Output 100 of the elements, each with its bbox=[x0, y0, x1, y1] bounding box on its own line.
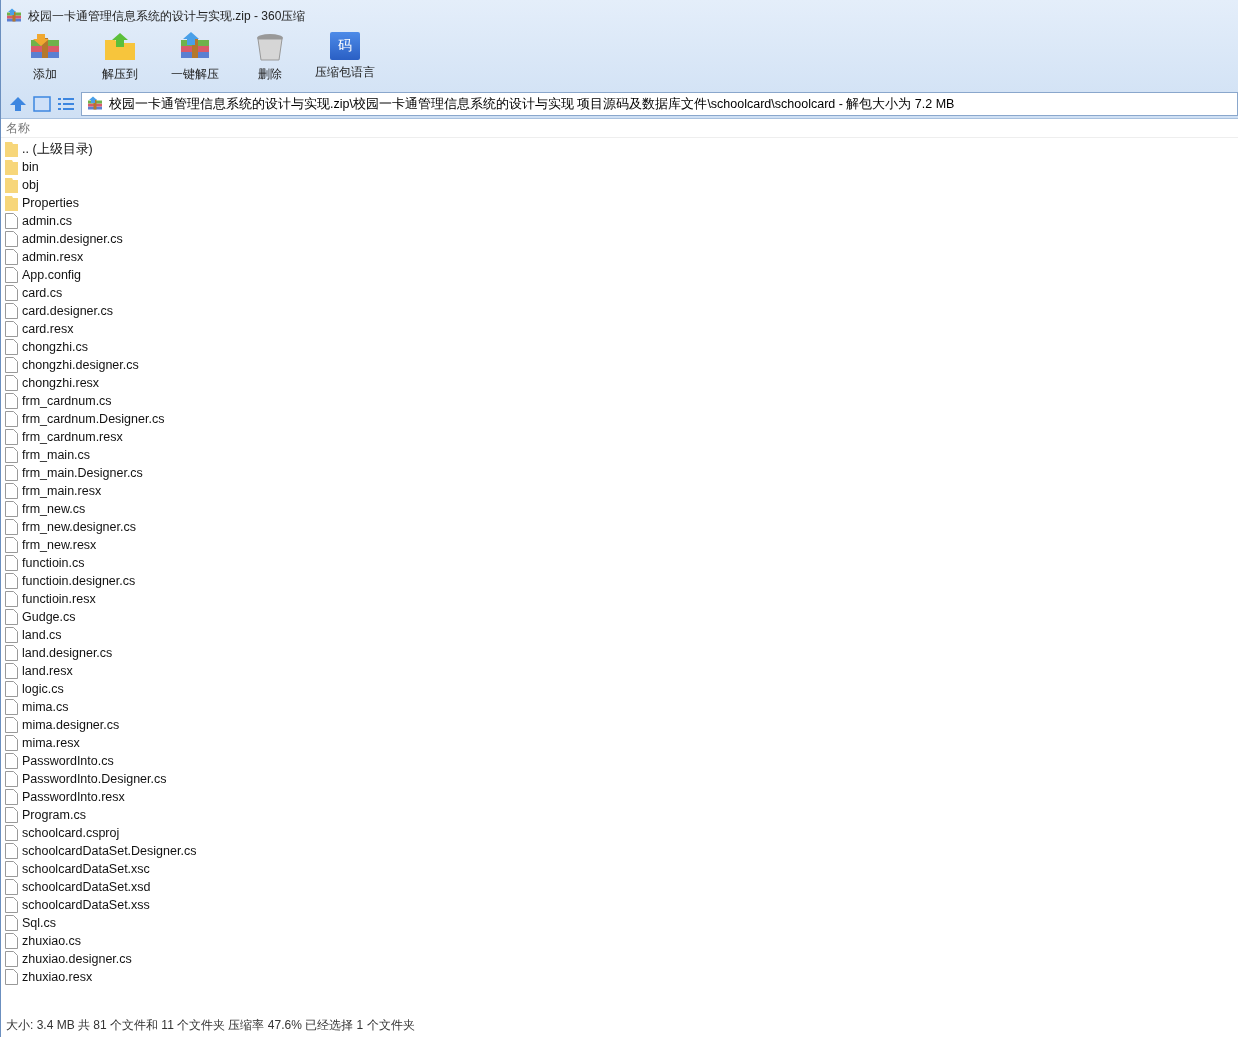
file-icon bbox=[5, 681, 18, 697]
file-icon bbox=[5, 699, 18, 715]
file-name[interactable]: PasswordInto.cs bbox=[22, 754, 114, 768]
toolbar-button[interactable]: 删除 bbox=[232, 32, 307, 90]
file-icon bbox=[5, 393, 18, 409]
file-name[interactable]: frm_cardnum.resx bbox=[22, 430, 123, 444]
address-field[interactable]: 校园一卡通管理信息系统的设计与实现.zip\校园一卡通管理信息系统的设计与实现 项目源码及数据库文件\schoolcard\schoolcard - 解包大小为 7.2 MB bbox=[81, 92, 1238, 116]
file-icon bbox=[5, 555, 18, 571]
file-icon bbox=[5, 789, 18, 805]
file-icon bbox=[5, 951, 18, 967]
file-icon bbox=[5, 249, 18, 265]
file-icon bbox=[5, 447, 18, 463]
toolbar-button[interactable]: 码 压缩包语言 bbox=[307, 32, 382, 90]
file-icon bbox=[5, 519, 18, 535]
archive-icon bbox=[5, 8, 23, 24]
file-name[interactable]: land.resx bbox=[22, 664, 73, 678]
file-icon bbox=[5, 753, 18, 769]
file-icon bbox=[5, 339, 18, 355]
file-icon bbox=[5, 645, 18, 661]
column-header[interactable]: 名称 bbox=[6, 119, 30, 137]
file-name[interactable]: obj bbox=[22, 178, 39, 192]
file-icon bbox=[5, 609, 18, 625]
file-name[interactable]: logic.cs bbox=[22, 682, 64, 696]
file-name[interactable]: land.cs bbox=[22, 628, 62, 642]
status-text: 大小: 3.4 MB 共 81 个文件和 11 个文件夹 压缩率 47.6% 已经选择 1 个文件夹 bbox=[6, 1016, 415, 1034]
file-name[interactable]: schoolcard.csproj bbox=[22, 826, 120, 840]
folder-icon bbox=[5, 141, 18, 157]
file-name[interactable]: zhuxiao.cs bbox=[22, 934, 82, 948]
file-icon bbox=[5, 213, 18, 229]
folder-icon bbox=[5, 159, 18, 175]
language-icon: 码 bbox=[329, 32, 360, 60]
file-name[interactable]: chongzhi.designer.cs bbox=[22, 358, 139, 372]
file-icon bbox=[5, 969, 18, 985]
file-name[interactable]: schoolcardDataSet.xsc bbox=[22, 862, 150, 876]
file-name[interactable]: zhuxiao.designer.cs bbox=[22, 952, 132, 966]
file-name[interactable]: PasswordInto.Designer.cs bbox=[22, 772, 167, 786]
file-name[interactable]: Properties bbox=[22, 196, 79, 210]
file-name[interactable]: card.cs bbox=[22, 286, 63, 300]
file-name[interactable]: chongzhi.resx bbox=[22, 376, 100, 390]
file-name[interactable]: schoolcardDataSet.xss bbox=[22, 898, 150, 912]
file-name[interactable]: bin bbox=[22, 160, 39, 174]
file-icon bbox=[5, 483, 18, 499]
file-name[interactable]: App.config bbox=[22, 268, 82, 282]
file-icon bbox=[5, 915, 18, 931]
file-name[interactable]: functioin.designer.cs bbox=[22, 574, 136, 588]
file-name[interactable]: mima.cs bbox=[22, 700, 69, 714]
file-name[interactable]: card.resx bbox=[22, 322, 74, 336]
file-icon bbox=[5, 537, 18, 553]
file-name[interactable]: card.designer.cs bbox=[22, 304, 114, 318]
file-name[interactable]: zhuxiao.resx bbox=[22, 970, 93, 984]
file-name[interactable]: frm_new.resx bbox=[22, 538, 97, 552]
list-view-icon[interactable] bbox=[57, 96, 75, 112]
file-name[interactable]: .. (上级目录) bbox=[22, 140, 93, 158]
file-icon bbox=[5, 627, 18, 643]
file-icon bbox=[5, 357, 18, 373]
toolbar-button[interactable]: 一键解压 bbox=[157, 32, 232, 90]
file-name[interactable]: frm_main.cs bbox=[22, 448, 91, 462]
file-icon bbox=[5, 501, 18, 517]
file-name[interactable]: schoolcardDataSet.Designer.cs bbox=[22, 844, 197, 858]
archive-icon bbox=[86, 96, 104, 112]
file-name[interactable]: frm_cardnum.Designer.cs bbox=[22, 412, 165, 426]
file-icon bbox=[5, 573, 18, 589]
file-icon bbox=[5, 861, 18, 877]
file-name[interactable]: frm_main.resx bbox=[22, 484, 102, 498]
file-name[interactable]: admin.designer.cs bbox=[22, 232, 123, 246]
file-name[interactable]: frm_new.designer.cs bbox=[22, 520, 136, 534]
file-name[interactable]: admin.resx bbox=[22, 250, 84, 264]
file-icon bbox=[5, 267, 18, 283]
file-name[interactable]: frm_cardnum.cs bbox=[22, 394, 112, 408]
file-name[interactable]: Gudge.cs bbox=[22, 610, 76, 624]
file-icon bbox=[5, 375, 18, 391]
file-name[interactable]: functioin.cs bbox=[22, 556, 85, 570]
toolbar-button[interactable]: 解压到 bbox=[82, 32, 157, 90]
file-name[interactable]: frm_new.cs bbox=[22, 502, 86, 516]
file-name[interactable]: mima.resx bbox=[22, 736, 80, 750]
file-name[interactable]: admin.cs bbox=[22, 214, 73, 228]
file-icon bbox=[5, 231, 18, 247]
file-icon bbox=[5, 735, 18, 751]
up-arrow-icon[interactable] bbox=[9, 96, 27, 112]
large-icons-view-icon[interactable] bbox=[33, 96, 51, 112]
file-name[interactable]: chongzhi.cs bbox=[22, 340, 88, 354]
file-name[interactable]: PasswordInto.resx bbox=[22, 790, 125, 804]
file-name[interactable]: mima.designer.cs bbox=[22, 718, 120, 732]
toolbar-button[interactable]: 添加 bbox=[7, 32, 82, 90]
file-icon bbox=[5, 717, 18, 733]
file-icon bbox=[5, 303, 18, 319]
file-name[interactable]: functioin.resx bbox=[22, 592, 96, 606]
folder-icon bbox=[5, 177, 18, 193]
file-name[interactable]: frm_main.Designer.cs bbox=[22, 466, 143, 480]
file-icon bbox=[5, 663, 18, 679]
window-title: 校园一卡通管理信息系统的设计与实现.zip - 360压缩 bbox=[28, 7, 306, 25]
file-name[interactable]: Sql.cs bbox=[22, 916, 57, 930]
file-icon bbox=[5, 933, 18, 949]
file-name[interactable]: schoolcardDataSet.xsd bbox=[22, 880, 151, 894]
file-icon bbox=[5, 879, 18, 895]
file-icon bbox=[5, 411, 18, 427]
file-name[interactable]: land.designer.cs bbox=[22, 646, 113, 660]
file-icon bbox=[5, 429, 18, 445]
file-name[interactable]: Program.cs bbox=[22, 808, 86, 822]
file-icon bbox=[5, 321, 18, 337]
